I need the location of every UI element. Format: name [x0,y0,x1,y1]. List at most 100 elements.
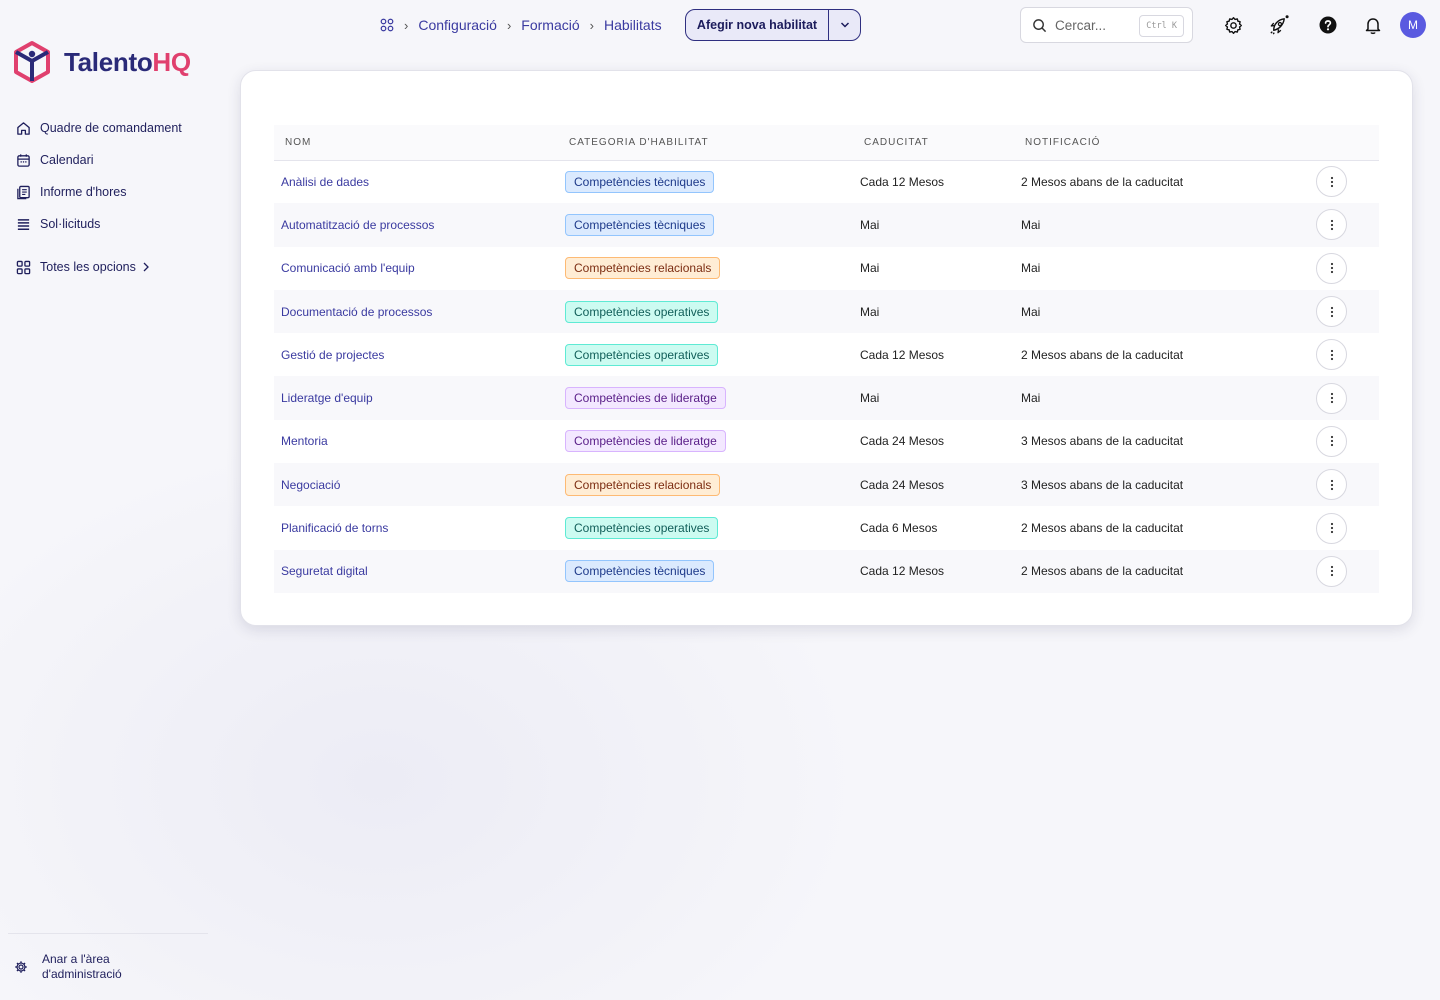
search-box[interactable]: Ctrl K [1020,7,1193,43]
row-actions-button[interactable] [1316,469,1347,501]
sidebar-item-dashboard[interactable]: Quadre de comandament [16,112,216,144]
column-header-name[interactable]: NOM [274,125,558,161]
more-vertical-icon [1330,566,1333,577]
category-badge: Competències de lideratge [565,430,726,453]
category-cell: Competències tècniques [558,203,853,246]
skill-name-link[interactable]: Seguretat digital [274,550,558,593]
expiry-cell: Cada 24 Mesos [860,477,945,492]
actions-cell [1309,506,1379,549]
settings-icon[interactable] [1222,14,1244,36]
notification-cell: 2 Mesos abans de la caducitat [1021,347,1184,362]
column-header-expiry[interactable]: CADUCITAT [853,125,1014,161]
rocket-icon[interactable] [1267,14,1289,36]
category-cell: Competències de lideratge [558,420,853,463]
add-skill-dropdown-toggle[interactable] [828,10,860,40]
sidebar-item-all-options[interactable]: Totes les opcions [16,251,216,283]
actions-cell [1309,333,1379,376]
breadcrumb-habilitats[interactable]: Habilitats [604,17,662,33]
skill-name-link[interactable]: Mentoria [274,420,558,463]
logo-text: TalentoHQ [64,46,191,77]
table-row: Automatització de processos Competències … [274,203,1379,247]
row-actions-button[interactable] [1316,209,1347,241]
skill-name-link[interactable]: Documentació de processos [274,290,558,333]
apps-grid-icon[interactable] [380,18,394,32]
category-cell: Competències operatives [558,290,853,333]
logo-cube-icon [14,41,50,83]
avatar[interactable]: M [1400,12,1426,38]
report-icon [17,185,30,199]
sidebar-item-label: Informe d'hores [40,185,127,199]
skill-name-link[interactable]: Gestió de projectes [274,333,558,376]
skill-name-link[interactable]: Planificació de torns [274,506,558,549]
notification-cell: Mai [1021,261,1041,276]
more-vertical-icon [1330,219,1333,231]
notifications-bell-icon[interactable] [1362,14,1384,36]
admin-area-link[interactable]: Anar a l'àrea d'administració [14,952,122,982]
table-row: Documentació de processos Competències op… [274,289,1379,334]
notification-cell: 3 Mesos abans de la caducitat [1021,477,1184,492]
expiry-cell: Cada 12 Mesos [860,174,945,189]
sidebar-item-label: Sol·licituds [40,217,101,231]
logo[interactable]: TalentoHQ [12,40,191,84]
skill-name-link[interactable]: Anàlisi de dades [274,160,558,203]
breadcrumb-separator-icon: › [404,17,409,33]
calendar-icon [17,153,30,167]
skill-name-link[interactable]: Lideratge d'equip [274,376,558,419]
category-cell: Competències operatives [558,506,853,549]
gear-icon [15,961,27,973]
table-row: Lideratge d'equip Competències de liderat… [274,376,1379,420]
more-vertical-icon [1330,263,1333,274]
more-vertical-icon [1330,306,1333,317]
search-input[interactable] [1055,17,1135,33]
row-actions-button[interactable] [1316,555,1347,587]
help-icon[interactable] [1317,14,1339,36]
actions-cell [1309,550,1379,593]
expiry-cell: Cada 6 Mesos [860,521,938,536]
breadcrumb-separator-icon: › [506,17,512,33]
notification-cell: 2 Mesos abans de la caducitat [1021,521,1184,536]
row-actions-button[interactable] [1316,252,1347,284]
more-vertical-icon [1330,393,1333,404]
table-row: Seguretat digital Competències tècniques C… [274,549,1379,593]
breadcrumb-formacio[interactable]: Formació [521,17,579,33]
row-actions-button[interactable] [1316,166,1347,198]
actions-cell [1309,376,1379,419]
row-actions-button[interactable] [1316,339,1347,371]
expiry-cell: Mai [860,391,880,406]
category-badge: Competències operatives [565,343,719,366]
actions-cell [1309,247,1379,290]
sidebar-item-label: Calendari [40,153,94,167]
more-vertical-icon [1330,522,1333,534]
sidebar-item-calendar[interactable]: Calendari [16,144,216,176]
column-header-category[interactable]: CATEGORIA D'HABILITAT [558,125,853,161]
notification-cell: 2 Mesos abans de la caducitat [1021,174,1184,189]
notification-cell: Mai [1021,391,1041,406]
column-header-notification[interactable]: NOTIFICACIÓ [1014,125,1309,161]
sidebar-item-hours-report[interactable]: Informe d'hores [16,176,216,208]
category-cell: Competències tècniques [558,160,853,203]
skill-name-link[interactable]: Comunicació amb l'equip [274,247,558,290]
skill-name-link[interactable]: Automatització de processos [274,203,558,246]
sidebar-divider [8,933,208,934]
actions-cell [1309,203,1379,246]
actions-cell [1309,463,1379,506]
expiry-cell: Mai [860,261,880,276]
more-vertical-icon [1330,176,1333,187]
breadcrumb-configuracio[interactable]: Configuració [418,17,497,33]
row-actions-button[interactable] [1316,512,1347,544]
row-actions-button[interactable] [1316,425,1347,457]
admin-area-label: Anar a l'àrea d'administració [42,952,122,981]
skill-name-link[interactable]: Negociació [274,463,558,506]
breadcrumb: › Configuració › Formació › Habilitats [380,14,662,36]
expiry-cell: Mai [860,304,880,319]
sidebar-nav: Quadre de comandament Calendari Informe … [16,112,216,283]
row-actions-button[interactable] [1316,296,1347,328]
add-skill-button[interactable]: Afegir nova habilitat [686,10,828,40]
row-actions-button[interactable] [1316,382,1347,414]
category-cell: Competències tècniques [558,550,853,593]
table-row: Anàlisi de dades Competències tècniques Ca… [274,160,1379,203]
more-vertical-icon [1330,436,1333,447]
column-header-actions [1309,125,1379,161]
sidebar-item-requests[interactable]: Sol·licituds [16,208,216,240]
sidebar-item-label: Totes les opcions [40,260,136,274]
